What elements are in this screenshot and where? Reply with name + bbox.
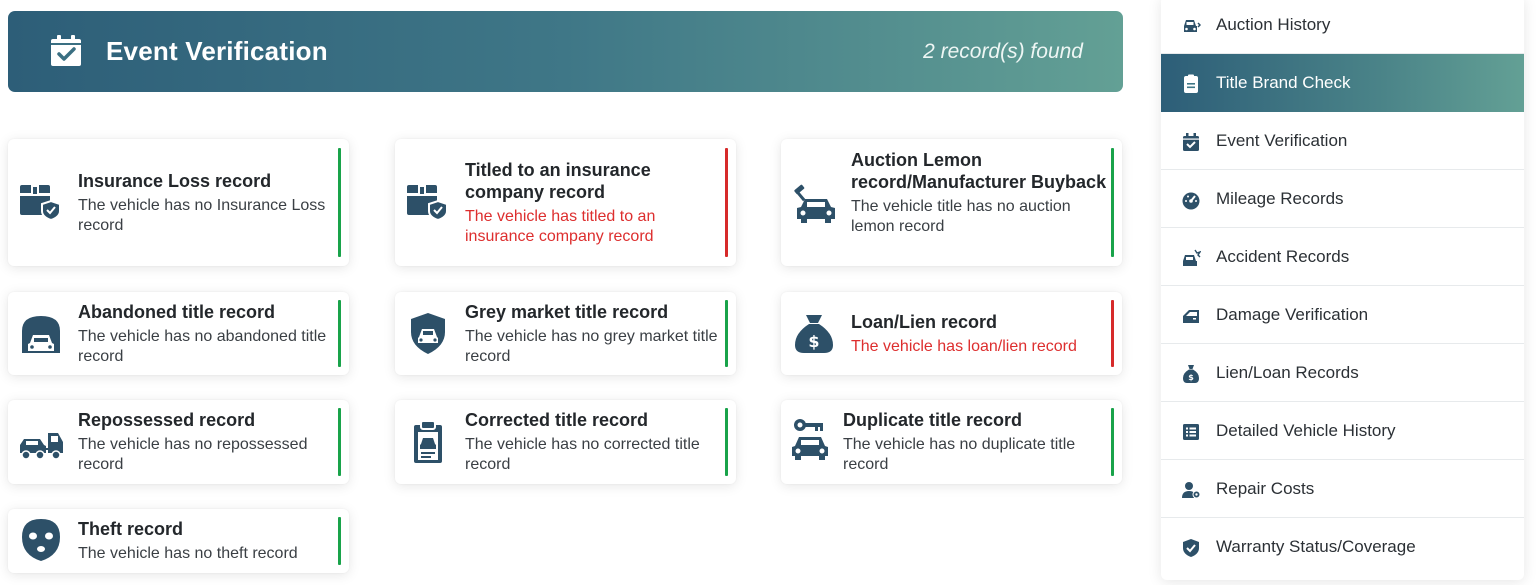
card-corrected-title[interactable]: Corrected title record The vehicle has n… [395, 400, 736, 484]
card-auction-lemon[interactable]: Auction Lemon record/Manufacturer Buybac… [781, 139, 1122, 266]
speedometer-icon [1182, 192, 1200, 210]
tow-truck-icon [20, 433, 63, 460]
sidebar-item-mileage-records[interactable]: Mileage Records [1161, 170, 1524, 228]
section-header: Event Verification 2 record(s) found [8, 11, 1123, 92]
car-door-icon [1183, 310, 1199, 323]
sidebar-item-damage-verification[interactable]: Damage Verification [1161, 286, 1524, 344]
money-bag-icon: $ [795, 315, 833, 353]
sidebar-item-label: Lien/Loan Records [1216, 363, 1359, 382]
sidebar-item-auction-history[interactable]: Auction History [1161, 0, 1524, 54]
status-indicator [338, 517, 341, 565]
sidebar-item-title-brand-check[interactable]: Title Brand Check [1161, 54, 1524, 112]
status-indicator [1111, 300, 1114, 367]
card-title: Corrected title record [465, 410, 649, 430]
page-title: Event Verification [106, 36, 328, 66]
card-description: The vehicle has no theft record [78, 545, 298, 562]
status-indicator [725, 148, 728, 257]
status-indicator [338, 300, 341, 367]
sidebar-item-detailed-vehicle-history[interactable]: Detailed Vehicle History [1161, 402, 1524, 460]
svg-text:$: $ [1188, 373, 1194, 382]
status-indicator [1111, 148, 1114, 257]
card-theft[interactable]: Theft record The vehicle has no theft re… [8, 509, 349, 573]
card-title: Insurance Loss record [78, 171, 272, 191]
card-description: The vehicle has loan/lien record [851, 338, 1077, 355]
card-abandoned-title[interactable]: Abandoned title record The vehicle has n… [8, 292, 349, 375]
card-title: Duplicate title record [843, 410, 1023, 430]
card-title: Loan/Lien record [851, 312, 998, 332]
card-title: Titled to an insurance company record [465, 160, 651, 202]
sidebar-item-label: Auction History [1216, 15, 1331, 34]
sidebar-item-accident-records[interactable]: Accident Records [1161, 228, 1524, 286]
sidebar-item-lien-loan-records[interactable]: $ Lien/Loan Records [1161, 344, 1524, 402]
card-insurance-loss[interactable]: Insurance Loss record The vehicle has no… [8, 139, 349, 266]
sidebar-item-label: Detailed Vehicle History [1216, 421, 1396, 440]
sidebar-item-label: Event Verification [1216, 131, 1348, 150]
card-grey-market[interactable]: Grey market title record The vehicle has… [395, 292, 736, 375]
sidebar-item-label: Title Brand Check [1216, 73, 1351, 92]
card-title: Grey market title record [465, 302, 669, 322]
card-description: The vehicle has no Insurance Loss record [78, 197, 326, 234]
card-description: The vehicle title has no auction lemon r… [851, 198, 1071, 235]
sidebar-item-warranty-status[interactable]: Warranty Status/Coverage [1161, 518, 1524, 576]
clipboard-car-icon [414, 420, 442, 463]
shield-car-icon [411, 313, 445, 354]
status-indicator [338, 408, 341, 476]
calendar-check-icon [51, 35, 81, 66]
card-duplicate-title[interactable]: Duplicate title record The vehicle has n… [781, 400, 1122, 484]
card-title: Theft record [78, 519, 184, 539]
status-indicator [725, 300, 728, 367]
status-indicator [338, 148, 341, 257]
sidebar-item-label: Mileage Records [1216, 189, 1344, 208]
sidebar-item-label: Accident Records [1216, 247, 1350, 266]
sidebar-item-label: Damage Verification [1216, 305, 1369, 324]
thief-mask-icon [22, 519, 60, 561]
list-icon [1183, 424, 1199, 440]
card-description: The vehicle has no grey market title rec… [465, 328, 718, 365]
gavel-car-icon [794, 184, 835, 223]
box-shield-icon [20, 185, 61, 222]
card-description: The vehicle has no duplicate title recor… [843, 436, 1076, 473]
garage-car-icon [22, 316, 60, 353]
card-description: The vehicle has titled to an insurance c… [465, 208, 656, 245]
card-title: Repossessed record [78, 410, 256, 430]
card-title: Abandoned title record [78, 302, 276, 322]
money-bag-icon: $ [1183, 365, 1199, 383]
sidebar-item-label: Warranty Status/Coverage [1216, 537, 1416, 556]
car-front-icon [1184, 20, 1201, 32]
card-title: Auction Lemon record/Manufacturer Buybac… [851, 150, 1107, 192]
sidebar-item-label: Repair Costs [1216, 479, 1315, 498]
card-loan-lien[interactable]: $ Loan/Lien record The vehicle has loan/… [781, 292, 1122, 375]
key-car-icon [792, 419, 828, 460]
shield-check-icon [1183, 539, 1199, 557]
sidebar-item-event-verification[interactable]: Event Verification [1161, 112, 1524, 170]
card-repossessed[interactable]: Repossessed record The vehicle has no re… [8, 400, 349, 484]
sidebar-nav: Auction History Title Brand Check Event … [1161, 0, 1524, 580]
sidebar-item-repair-costs[interactable]: Repair Costs [1161, 460, 1524, 518]
card-description: The vehicle has no repossessed record [78, 436, 308, 473]
user-gear-icon [1182, 482, 1201, 499]
box-shield-icon [407, 185, 448, 222]
card-description: The vehicle has no corrected title recor… [465, 436, 700, 473]
calendar-check-icon [1183, 133, 1199, 151]
svg-text:$: $ [808, 332, 819, 351]
document-icon [1184, 74, 1198, 93]
status-indicator [725, 408, 728, 476]
car-crash-icon [1183, 249, 1201, 266]
card-titled-insurance[interactable]: Titled to an insurance company record Th… [395, 139, 736, 266]
status-indicator [1111, 408, 1114, 476]
record-count: 2 record(s) found [923, 40, 1083, 63]
card-description: The vehicle has no abandoned title recor… [78, 328, 327, 365]
